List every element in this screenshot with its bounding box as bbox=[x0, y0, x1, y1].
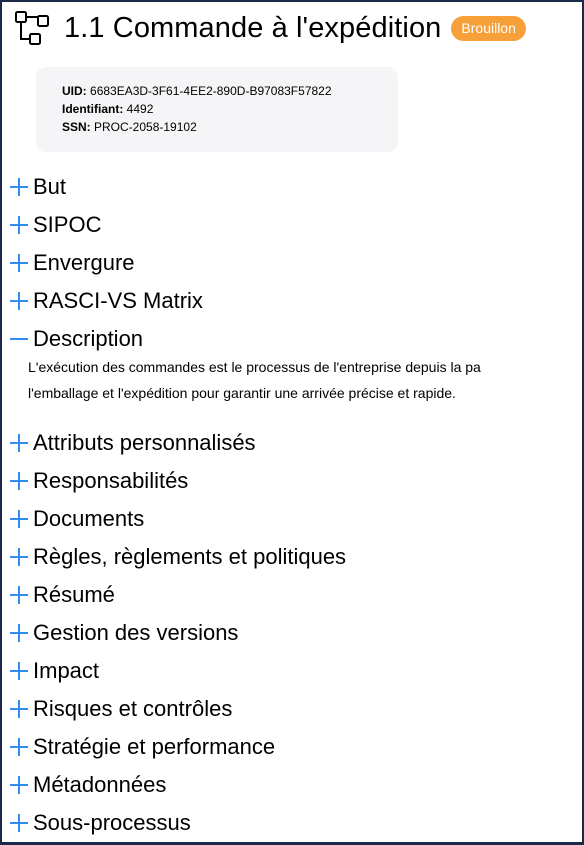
section-list: But SIPOC Envergure RASCI-VS Matrix Desc… bbox=[10, 168, 582, 842]
identifier-label: Identifiant: bbox=[62, 102, 124, 116]
section-label: Description bbox=[33, 326, 144, 351]
expand-plus-icon[interactable] bbox=[10, 700, 28, 718]
description-text: L'exécution des commandes est le process… bbox=[10, 354, 582, 424]
uid-label: UID: bbox=[62, 84, 87, 98]
section-label: Stratégie et performance bbox=[33, 734, 276, 759]
section-documents[interactable]: Documents bbox=[10, 500, 582, 538]
section-label: Gestion des versions bbox=[33, 620, 239, 645]
section-regles[interactable]: Règles, règlements et politiques bbox=[10, 538, 582, 576]
expand-plus-icon[interactable] bbox=[10, 472, 28, 490]
section-label: Risques et contrôles bbox=[33, 696, 233, 721]
description-line-1: L'exécution des commandes est le process… bbox=[28, 359, 481, 375]
section-description[interactable]: Description bbox=[10, 320, 582, 358]
section-label: Métadonnées bbox=[33, 772, 167, 797]
section-label: Attributs personnalisés bbox=[33, 430, 256, 455]
section-label: Règles, règlements et politiques bbox=[33, 544, 347, 569]
section-resume[interactable]: Résumé bbox=[10, 576, 582, 614]
expand-plus-icon[interactable] bbox=[10, 510, 28, 528]
expand-plus-icon[interactable] bbox=[10, 586, 28, 604]
metadata-card: UID: 6683EA3D-3F61-4EE2-890D-B97083F5782… bbox=[36, 67, 398, 152]
section-sous-processus[interactable]: Sous-processus bbox=[10, 804, 582, 842]
expand-plus-icon[interactable] bbox=[10, 178, 28, 196]
expand-plus-icon[interactable] bbox=[10, 624, 28, 642]
uid-value: 6683EA3D-3F61-4EE2-890D-B97083F57822 bbox=[90, 84, 332, 98]
expand-plus-icon[interactable] bbox=[10, 738, 28, 756]
description-line-2: l'emballage et l'expédition pour garanti… bbox=[28, 385, 456, 401]
expand-plus-icon[interactable] bbox=[10, 216, 28, 234]
section-label: Résumé bbox=[33, 582, 115, 607]
process-flow-icon bbox=[14, 10, 50, 46]
expand-plus-icon[interactable] bbox=[10, 776, 28, 794]
identifier-value: 4492 bbox=[126, 102, 154, 116]
expand-plus-icon[interactable] bbox=[10, 254, 28, 272]
section-label: Documents bbox=[33, 506, 145, 531]
section-strategie-performance[interactable]: Stratégie et performance bbox=[10, 728, 582, 766]
section-risques-controles[interactable]: Risques et contrôles bbox=[10, 690, 582, 728]
expand-plus-icon[interactable] bbox=[10, 814, 28, 832]
expand-plus-icon[interactable] bbox=[10, 292, 28, 310]
section-label: Envergure bbox=[33, 250, 135, 275]
section-gestion-versions[interactable]: Gestion des versions bbox=[10, 614, 582, 652]
section-sipoc[interactable]: SIPOC bbox=[10, 206, 582, 244]
ssn-row: SSN: PROC-2058-19102 bbox=[62, 118, 398, 136]
section-but[interactable]: But bbox=[10, 168, 582, 206]
section-label: But bbox=[33, 174, 67, 199]
section-label: Responsabilités bbox=[33, 468, 189, 493]
section-rasci-vs-matrix[interactable]: RASCI-VS Matrix bbox=[10, 282, 582, 320]
status-badge: Brouillon bbox=[451, 15, 526, 41]
ssn-label: SSN: bbox=[62, 120, 91, 134]
section-responsabilites[interactable]: Responsabilités bbox=[10, 462, 582, 500]
section-label: Sous-processus bbox=[33, 810, 191, 835]
expand-plus-icon[interactable] bbox=[10, 662, 28, 680]
section-impact[interactable]: Impact bbox=[10, 652, 582, 690]
identifier-row: Identifiant: 4492 bbox=[62, 100, 398, 118]
section-metadonnees[interactable]: Métadonnées bbox=[10, 766, 582, 804]
page-title: 1.1 Commande à l'expédition bbox=[64, 11, 442, 44]
ssn-value: PROC-2058-19102 bbox=[94, 120, 197, 134]
uid-row: UID: 6683EA3D-3F61-4EE2-890D-B97083F5782… bbox=[62, 82, 398, 100]
expand-plus-icon[interactable] bbox=[10, 548, 28, 566]
expand-plus-icon[interactable] bbox=[10, 434, 28, 452]
section-envergure[interactable]: Envergure bbox=[10, 244, 582, 282]
section-attributs-personnalises[interactable]: Attributs personnalisés bbox=[10, 424, 582, 462]
section-label: RASCI-VS Matrix bbox=[33, 288, 203, 313]
section-label: SIPOC bbox=[33, 212, 102, 237]
section-label: Impact bbox=[33, 658, 100, 683]
page-header: 1.1 Commande à l'expédition Brouillon bbox=[14, 8, 526, 48]
collapse-minus-icon[interactable] bbox=[10, 330, 28, 348]
